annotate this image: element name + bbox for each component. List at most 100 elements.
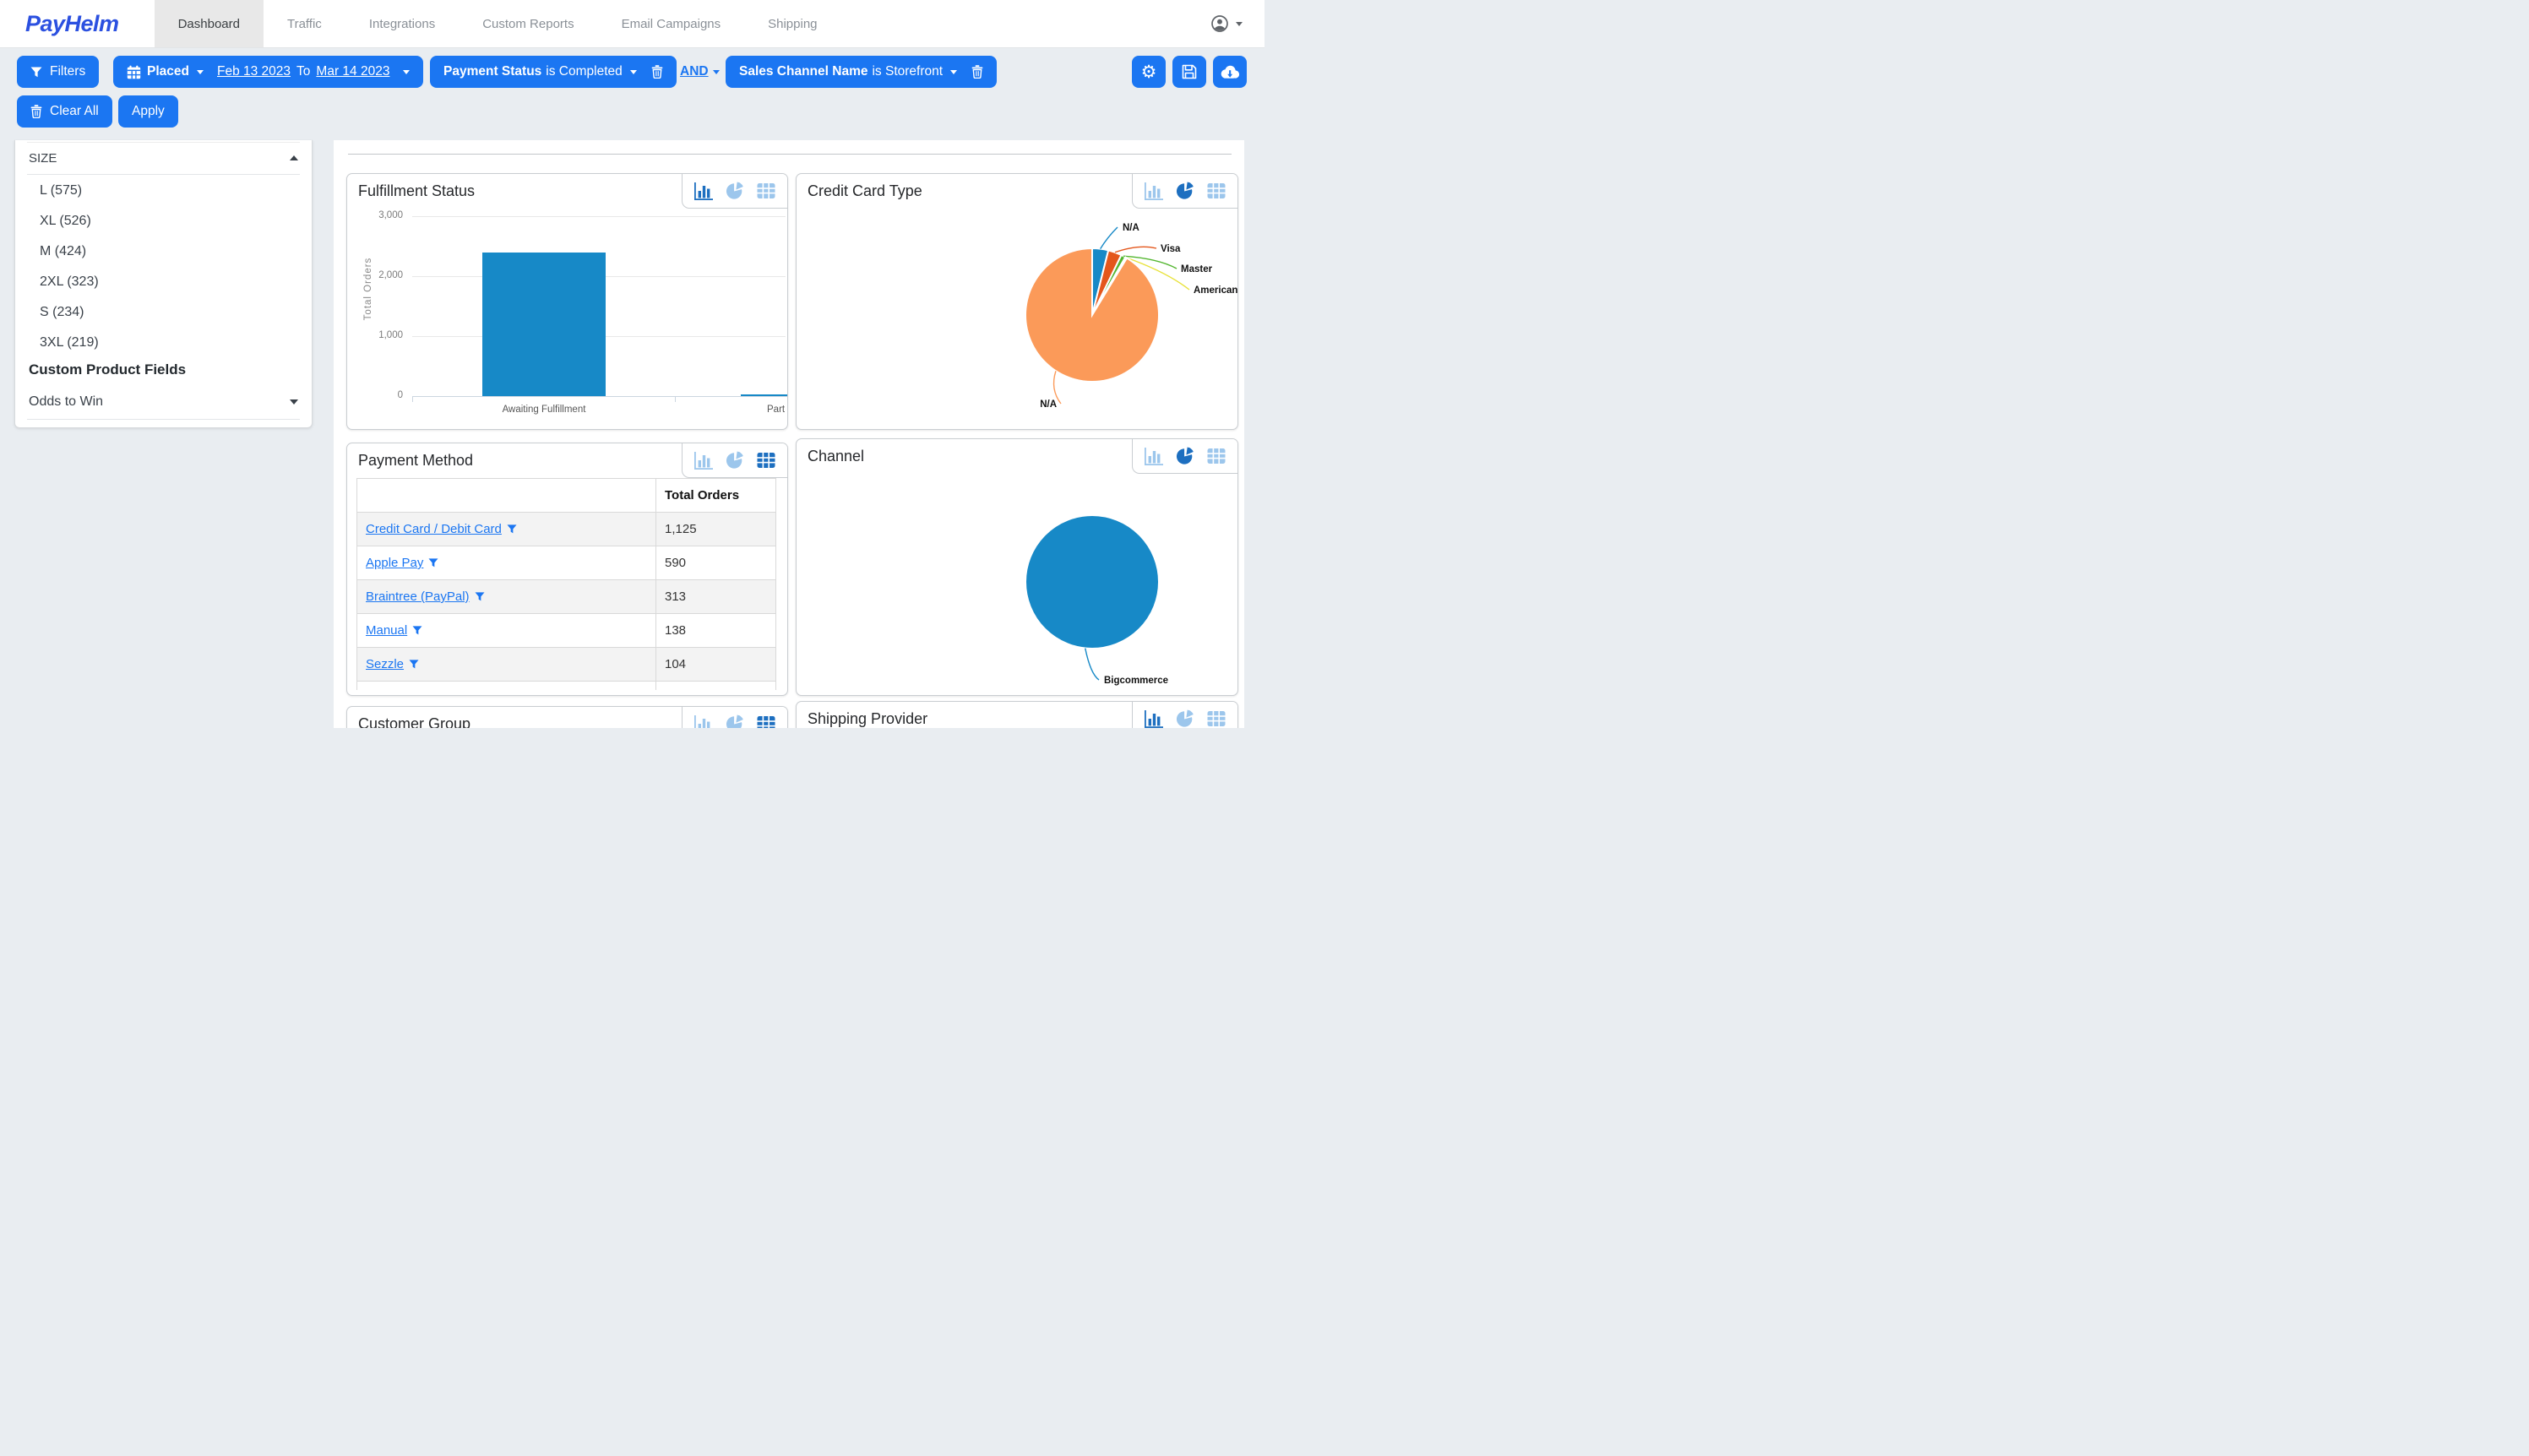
filter-funnel-icon[interactable] [428,558,438,568]
column-header-empty [357,479,656,513]
nav-item-integrations[interactable]: Integrations [345,0,459,47]
filter-funnel-icon[interactable] [412,626,422,635]
payment-method-link-braintree[interactable]: Braintree (PayPal) [366,589,485,604]
remove-filter-icon[interactable] [651,65,663,79]
sidebar-item-size-3xl[interactable]: 3XL (219) [15,328,312,358]
view-toggle [1132,702,1237,728]
bar-chart-view-icon[interactable] [693,714,714,728]
card-credit-card-type: Credit Card Type N/AVisaMasterAmericanN/… [796,173,1238,430]
payment-method-link-credit-card[interactable]: Credit Card / Debit Card [366,522,517,536]
view-toggle [682,443,787,478]
table-view-icon[interactable] [756,451,776,470]
svg-text:Visa: Visa [1161,244,1181,254]
save-icon [1181,63,1198,80]
filter-sidebar: SIZE L (575) XL (526) M (424) 2XL (323) … [14,140,313,428]
date-field-label: Placed [147,64,189,79]
table-row: Manual 138 [357,614,776,648]
svg-text:Master: Master [1181,264,1213,274]
nav-item-traffic[interactable]: Traffic [264,0,345,47]
sidebar-item-size-s[interactable]: S (234) [15,297,312,328]
view-toggle [682,174,787,209]
sidebar-item-size-m[interactable]: M (424) [15,236,312,267]
table-view-icon[interactable] [756,714,776,728]
payment-method-table: Total Orders Credit Card / Debit Card 1,… [356,478,776,690]
bar-chart-view-icon[interactable] [693,451,714,470]
gear-icon: ⚙ [1141,63,1157,81]
dashboard-content: Fulfillment Status 01,0002,0003,000Await… [334,140,1244,728]
total-orders-value: 313 [656,580,776,614]
divider [27,174,300,175]
main-nav: Dashboard Traffic Integrations Custom Re… [155,0,841,47]
size-item-list: L (575) XL (526) M (424) 2XL (323) S (23… [15,176,312,358]
filter-condition-sales-channel[interactable]: Sales Channel Name is Storefront [726,56,997,88]
remove-filter-icon[interactable] [971,65,983,79]
table-row: Braintree (PayPal) 313 [357,580,776,614]
payhelm-logo[interactable]: PayHelm [0,0,155,47]
pie-chart-view-icon[interactable] [725,451,745,470]
card-title: Fulfillment Status [358,182,475,200]
view-toggle [682,707,787,728]
trash-icon [30,105,42,118]
payment-method-link-apple-pay[interactable]: Apple Pay [366,556,438,570]
filter-funnel-icon[interactable] [409,660,419,669]
card-customer-group: Customer Group [346,706,788,728]
pie-chart-view-icon[interactable] [725,182,745,200]
total-orders-value: 590 [656,546,776,580]
custom-product-fields-heading: Custom Product Fields [29,361,186,378]
clear-all-button[interactable]: Clear All [17,95,112,128]
caret-down-icon [630,70,637,74]
bar-chart-view-icon[interactable] [693,182,714,200]
total-orders-value: 138 [656,614,776,648]
filters-button[interactable]: Filters [17,56,99,88]
sidebar-item-size-l[interactable]: L (575) [15,176,312,206]
sidebar-item-size-xl[interactable]: XL (526) [15,206,312,236]
top-navbar: PayHelm Dashboard Traffic Integrations C… [0,0,1264,48]
nav-item-dashboard[interactable]: Dashboard [155,0,264,47]
filter-condition-payment-status[interactable]: Payment Status is Completed [430,56,677,88]
filter-funnel-icon[interactable] [475,592,485,601]
table-row: Sezzle 104 [357,648,776,682]
nav-item-email-campaigns[interactable]: Email Campaigns [598,0,745,47]
pie-chart-view-icon[interactable] [1175,709,1195,728]
pie-chart: Bigcommerce [797,439,1237,695]
nav-item-shipping[interactable]: Shipping [744,0,840,47]
sidebar-section-size[interactable]: SIZE [15,145,312,171]
download-button[interactable] [1213,56,1247,88]
date-range-button[interactable]: Placed Feb 13 2023 To Mar 14 2023 [113,56,423,88]
column-header-total-orders: Total Orders [656,479,776,513]
payment-method-link-manual[interactable]: Manual [366,623,422,638]
table-view-icon[interactable] [756,182,776,200]
payment-method-link-sezzle[interactable]: Sezzle [366,657,419,671]
svg-text:Bigcommerce: Bigcommerce [1104,676,1168,686]
card-title: Customer Group [358,715,470,728]
date-to[interactable]: Mar 14 2023 [316,64,389,79]
sidebar-section-odds-to-win[interactable]: Odds to Win [15,387,312,417]
settings-button[interactable]: ⚙ [1132,56,1166,88]
apply-button[interactable]: Apply [118,95,178,128]
bar-chart-view-icon[interactable] [1144,709,1164,728]
card-fulfillment-status: Fulfillment Status 01,0002,0003,000Await… [346,173,788,430]
sidebar-item-size-2xl[interactable]: 2XL (323) [15,267,312,297]
user-menu[interactable] [1210,0,1264,47]
card-channel: Channel Bigcommerce [796,438,1238,696]
card-title: Payment Method [358,452,473,470]
date-from[interactable]: Feb 13 2023 [217,64,291,79]
caret-down-icon [403,70,410,74]
pie-chart-view-icon[interactable] [725,714,745,728]
table-view-icon[interactable] [1206,709,1226,728]
nav-item-custom-reports[interactable]: Custom Reports [459,0,597,47]
save-report-button[interactable] [1172,56,1206,88]
table-row: Apple Pay 590 [357,546,776,580]
conjunction-dropdown[interactable]: AND [680,56,720,88]
cloud-download-icon [1219,64,1241,80]
svg-text:N/A: N/A [1123,223,1139,233]
table-row-partial [357,682,776,691]
divider [348,154,1232,155]
svg-text:N/A: N/A [1040,399,1057,410]
caret-down-icon [950,70,957,74]
caret-down-icon [290,399,298,405]
filter-funnel-icon[interactable] [507,524,517,534]
divider [27,419,300,420]
calendar-icon [127,65,141,79]
bar-chart: 01,0002,0003,000Awaiting FulfillmentPart… [347,211,787,429]
